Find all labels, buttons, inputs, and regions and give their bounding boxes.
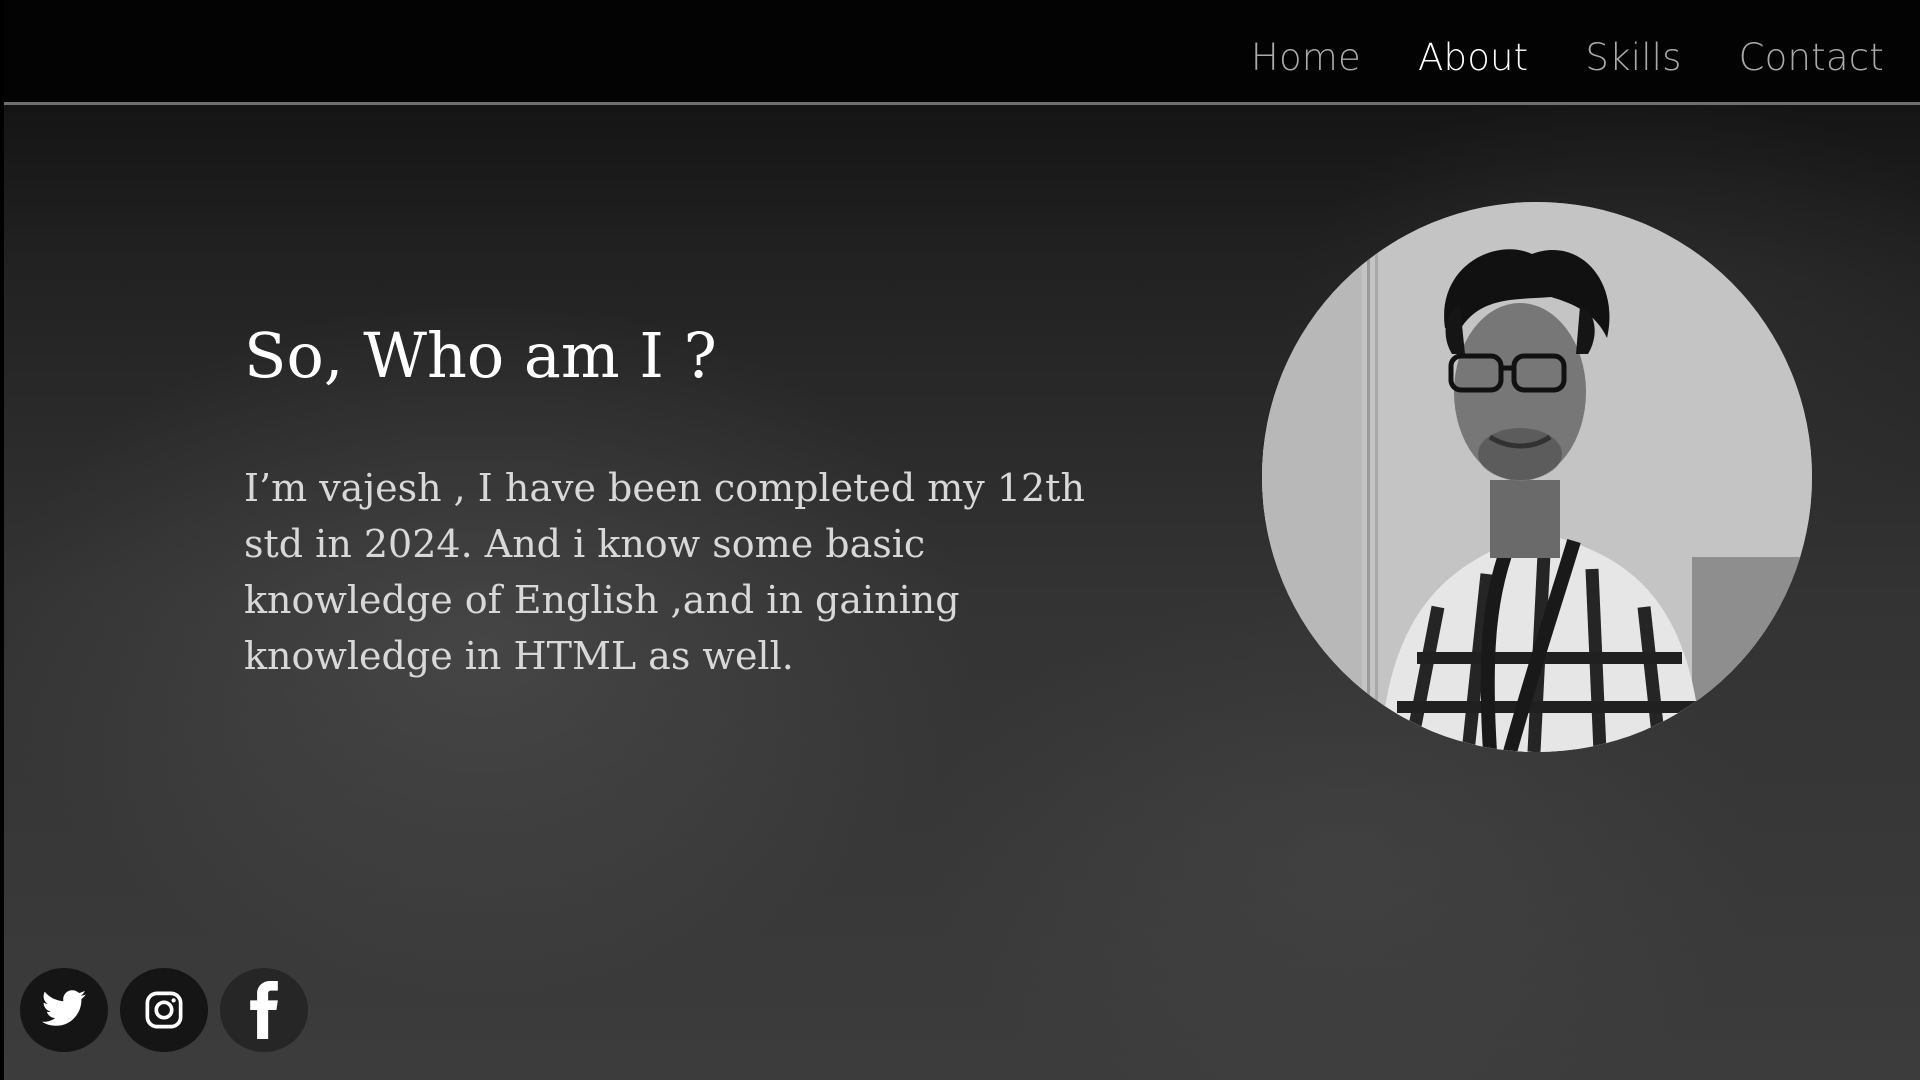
top-navbar: Home About Skills Contact	[4, 0, 1920, 105]
nav-about-link[interactable]: About	[1418, 36, 1528, 79]
twitter-icon	[42, 990, 86, 1026]
about-description: I’m vajesh , I have been completed my 12…	[244, 466, 1085, 678]
nav-contact-link[interactable]: Contact	[1739, 36, 1884, 79]
nav-home-link[interactable]: Home	[1251, 36, 1361, 79]
nav-links: Home About Skills Contact	[1251, 30, 1884, 86]
instagram-button[interactable]	[120, 968, 208, 1052]
facebook-icon	[250, 981, 278, 1039]
profile-photo-illustration	[1262, 202, 1812, 752]
facebook-button[interactable]	[220, 968, 308, 1052]
about-heading: So, Who am I ?	[244, 319, 717, 392]
social-links	[20, 968, 308, 1052]
profile-photo	[1262, 202, 1812, 752]
about-page: Home About Skills Contact So, Who am I ?…	[4, 0, 1920, 1080]
nav-item-contact: Contact	[1739, 30, 1884, 86]
nav-skills-link[interactable]: Skills	[1585, 36, 1681, 79]
twitter-button[interactable]	[20, 968, 108, 1052]
instagram-icon	[145, 991, 183, 1029]
nav-item-about: About	[1418, 30, 1528, 86]
nav-item-skills: Skills	[1585, 30, 1681, 86]
nav-item-home: Home	[1251, 30, 1361, 86]
